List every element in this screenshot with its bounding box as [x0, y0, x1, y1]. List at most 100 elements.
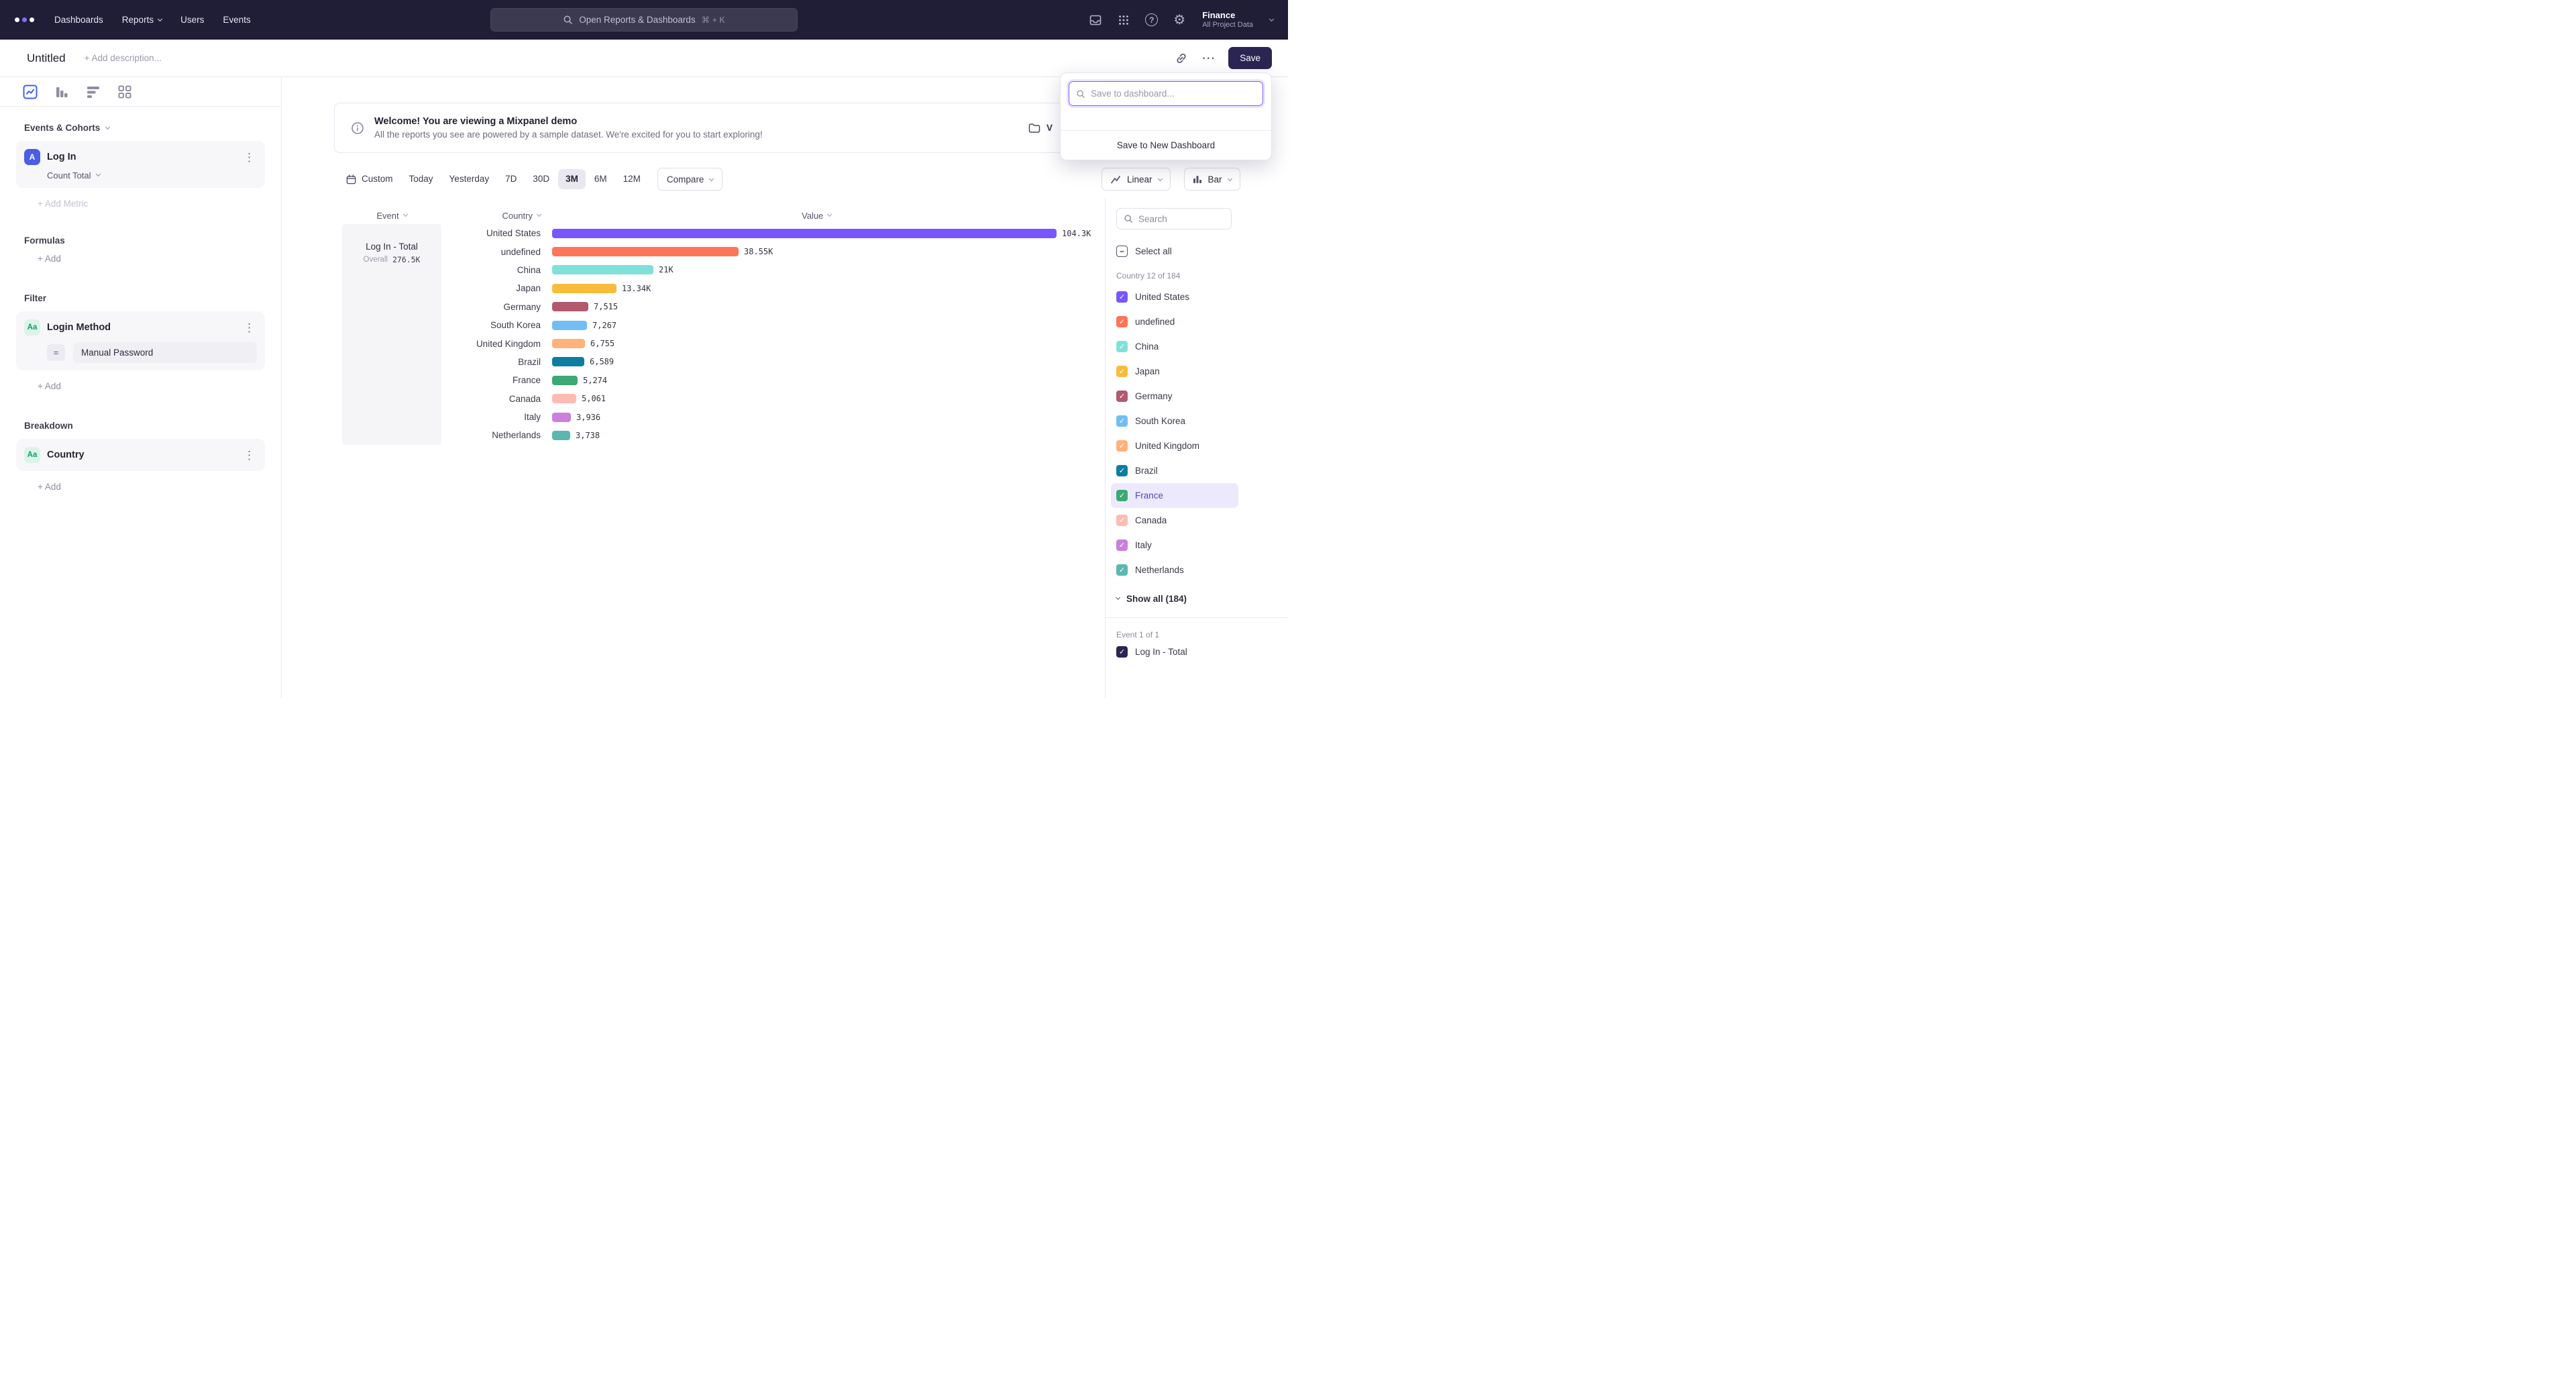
- chart-type-select[interactable]: Bar: [1184, 168, 1240, 191]
- events-cohorts-header[interactable]: Events & Cohorts: [24, 123, 265, 133]
- kebab-menu-icon[interactable]: ⋮: [241, 152, 257, 163]
- bar-segment[interactable]: [552, 284, 616, 293]
- save-button[interactable]: Save: [1228, 47, 1272, 69]
- series-checkbox[interactable]: [1116, 366, 1128, 377]
- legend-item-france[interactable]: France: [1111, 483, 1238, 508]
- legend-event-checkbox[interactable]: [1116, 646, 1128, 658]
- country-column-header[interactable]: Country: [441, 207, 541, 224]
- series-checkbox[interactable]: [1116, 564, 1128, 576]
- operator-chip[interactable]: =: [47, 344, 65, 361]
- add-breakdown-button[interactable]: + Add: [38, 482, 265, 492]
- breakdown-row[interactable]: Aa Country ⋮: [24, 446, 257, 464]
- legend-search-box[interactable]: [1116, 208, 1232, 229]
- series-checkbox[interactable]: [1116, 490, 1128, 501]
- banner-action-button[interactable]: V: [1028, 123, 1053, 134]
- breakdown-property-name[interactable]: Country: [47, 450, 85, 460]
- nav-users[interactable]: Users: [180, 15, 204, 25]
- data-inbox-icon[interactable]: [1089, 13, 1102, 27]
- report-type-flows-icon[interactable]: [85, 84, 101, 100]
- global-search-button[interactable]: Open Reports & Dashboards ⌘ + K: [490, 8, 798, 32]
- series-checkbox[interactable]: [1116, 291, 1128, 303]
- bar-segment[interactable]: [552, 265, 653, 274]
- series-checkbox[interactable]: [1116, 440, 1128, 452]
- legend-item-log-in-total[interactable]: Log In - Total: [1111, 639, 1238, 664]
- metric-name[interactable]: Log In: [47, 152, 76, 162]
- legend-item-united-states[interactable]: United States: [1111, 284, 1238, 309]
- bar-segment[interactable]: [552, 229, 1057, 238]
- add-formula-button[interactable]: + Add: [38, 254, 265, 264]
- legend-item-germany[interactable]: Germany: [1111, 384, 1238, 409]
- date-range-6m[interactable]: 6M: [587, 169, 614, 189]
- event-column-header[interactable]: Event: [342, 207, 441, 224]
- kebab-menu-icon[interactable]: ⋮: [241, 322, 257, 333]
- event-series-cell[interactable]: Log In - Total Overall 276.5K: [342, 224, 441, 445]
- bar-segment[interactable]: [552, 321, 587, 330]
- bar-value-label: 5,061: [582, 394, 606, 403]
- date-range-today[interactable]: Today: [402, 169, 441, 189]
- filter-value-select[interactable]: Manual Password: [73, 342, 257, 363]
- show-all-button[interactable]: Show all (184): [1116, 585, 1288, 612]
- bar-segment[interactable]: [552, 413, 571, 422]
- add-description-button[interactable]: + Add description...: [85, 53, 162, 63]
- filter-property-name[interactable]: Login Method: [47, 322, 111, 333]
- project-switcher[interactable]: Finance All Project Data: [1202, 10, 1253, 30]
- bar-segment[interactable]: [552, 376, 578, 385]
- legend-item-undefined[interactable]: undefined: [1111, 309, 1238, 334]
- series-checkbox[interactable]: [1116, 465, 1128, 476]
- date-range-30d[interactable]: 30D: [525, 169, 557, 189]
- series-checkbox[interactable]: [1116, 515, 1128, 526]
- bar-segment[interactable]: [552, 394, 576, 403]
- report-type-funnels-icon[interactable]: [54, 84, 70, 100]
- legend-search-input[interactable]: [1138, 214, 1212, 224]
- date-range-12m[interactable]: 12M: [616, 169, 648, 189]
- select-all-checkbox[interactable]: [1116, 246, 1128, 257]
- report-title[interactable]: Untitled: [27, 52, 66, 65]
- nav-events[interactable]: Events: [223, 15, 250, 25]
- copy-link-icon[interactable]: [1175, 52, 1188, 65]
- value-column-header[interactable]: Value: [802, 207, 831, 224]
- nav-dashboards[interactable]: Dashboards: [54, 15, 103, 25]
- add-metric-button[interactable]: + Add Metric: [38, 199, 265, 209]
- legend-item-italy[interactable]: Italy: [1111, 533, 1238, 558]
- value-scale-select[interactable]: Linear: [1102, 168, 1171, 191]
- bar-segment[interactable]: [552, 357, 584, 366]
- legend-item-netherlands[interactable]: Netherlands: [1111, 558, 1238, 582]
- series-checkbox[interactable]: [1116, 316, 1128, 327]
- save-to-new-dashboard-button[interactable]: Save to New Dashboard: [1061, 130, 1271, 160]
- bar-segment[interactable]: [552, 247, 739, 256]
- metric-row[interactable]: A Log In ⋮: [24, 148, 257, 166]
- legend-item-japan[interactable]: Japan: [1111, 359, 1238, 384]
- series-checkbox[interactable]: [1116, 341, 1128, 352]
- legend-item-south-korea[interactable]: South Korea: [1111, 409, 1238, 433]
- date-range-yesterday[interactable]: Yesterday: [442, 169, 497, 189]
- report-type-insights-icon[interactable]: [22, 84, 38, 100]
- apps-grid-icon[interactable]: [1118, 14, 1130, 26]
- nav-reports[interactable]: Reports: [122, 15, 162, 25]
- compare-button[interactable]: Compare: [657, 168, 723, 191]
- aggregation-selector[interactable]: Count Total: [47, 170, 257, 180]
- mixpanel-logo-icon[interactable]: [15, 17, 34, 22]
- legend-item-canada[interactable]: Canada: [1111, 508, 1238, 533]
- series-checkbox[interactable]: [1116, 539, 1128, 551]
- legend-item-united-kingdom[interactable]: United Kingdom: [1111, 433, 1238, 458]
- legend-item-china[interactable]: China: [1111, 334, 1238, 359]
- bar-value-label: 13.34K: [622, 284, 651, 293]
- dashboard-search-box[interactable]: [1069, 81, 1263, 106]
- series-checkbox[interactable]: [1116, 391, 1128, 402]
- date-range-custom[interactable]: Custom: [339, 169, 400, 190]
- bar-segment[interactable]: [552, 339, 585, 348]
- bar-segment[interactable]: [552, 302, 588, 311]
- legend-item-brazil[interactable]: Brazil: [1111, 458, 1238, 483]
- help-icon[interactable]: ?: [1145, 13, 1158, 26]
- add-filter-button[interactable]: + Add: [38, 381, 265, 391]
- kebab-menu-icon[interactable]: ⋮: [241, 450, 257, 461]
- select-all-row[interactable]: Select all: [1116, 243, 1288, 259]
- date-range-7d[interactable]: 7D: [498, 169, 524, 189]
- report-type-retention-icon[interactable]: [117, 84, 133, 100]
- filter-row[interactable]: Aa Login Method ⋮: [24, 319, 257, 336]
- settings-gear-icon[interactable]: ⚙: [1173, 13, 1185, 27]
- date-range-3m[interactable]: 3M: [558, 169, 586, 189]
- dashboard-search-input[interactable]: [1091, 89, 1256, 99]
- series-checkbox[interactable]: [1116, 415, 1128, 427]
- bar-segment[interactable]: [552, 431, 570, 440]
